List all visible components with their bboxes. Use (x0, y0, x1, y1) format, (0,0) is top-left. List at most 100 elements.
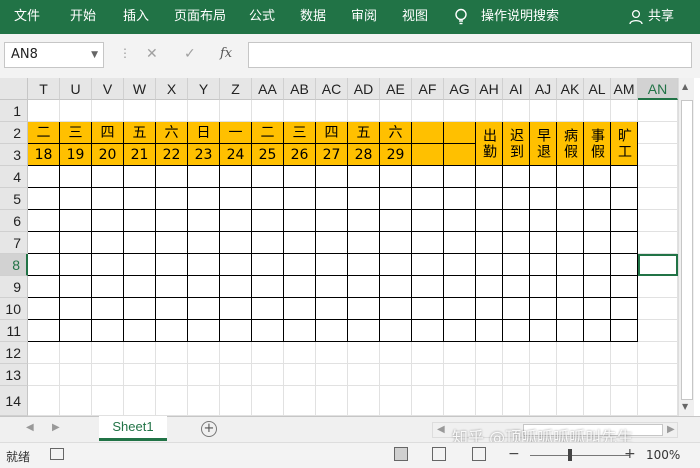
cell-ag12[interactable] (444, 342, 476, 364)
cell-ag14[interactable] (444, 386, 476, 416)
cell-ag7[interactable] (444, 232, 476, 254)
cell-t3[interactable]: 18 (28, 144, 60, 166)
cell-aa14[interactable] (252, 386, 284, 416)
cell-ac11[interactable] (316, 320, 348, 342)
cell-ae13[interactable] (380, 364, 412, 386)
cell-v6[interactable] (92, 210, 124, 232)
cell-ae5[interactable] (380, 188, 412, 210)
cell-u8[interactable] (60, 254, 92, 276)
cell-v4[interactable] (92, 166, 124, 188)
cell-ai11[interactable] (503, 320, 530, 342)
cell-t12[interactable] (28, 342, 60, 364)
column-header-am[interactable]: AM (611, 78, 638, 100)
cell-ae9[interactable] (380, 276, 412, 298)
cell-am12[interactable] (611, 342, 638, 364)
column-header-ai[interactable]: AI (503, 78, 530, 100)
cell-t11[interactable] (28, 320, 60, 342)
cell-u6[interactable] (60, 210, 92, 232)
summary-header[interactable]: 出勤 (476, 122, 503, 166)
cell-aj9[interactable] (530, 276, 557, 298)
cell-af3[interactable] (412, 144, 444, 166)
cell-ak7[interactable] (557, 232, 584, 254)
cell-ai14[interactable] (503, 386, 530, 416)
row-header-8[interactable]: 8 (0, 254, 28, 276)
cell-t1[interactable] (28, 100, 60, 122)
cell-ab14[interactable] (284, 386, 316, 416)
cell-w11[interactable] (124, 320, 156, 342)
cell-y1[interactable] (188, 100, 220, 122)
cell-ad14[interactable] (348, 386, 380, 416)
cell-v2[interactable]: 四 (92, 122, 124, 144)
cell-am9[interactable] (611, 276, 638, 298)
cell-ak9[interactable] (557, 276, 584, 298)
cell-af1[interactable] (412, 100, 444, 122)
cell-af11[interactable] (412, 320, 444, 342)
zoom-slider[interactable] (530, 455, 630, 456)
cell-af10[interactable] (412, 298, 444, 320)
column-header-u[interactable]: U (60, 78, 92, 100)
cell-ad13[interactable] (348, 364, 380, 386)
cell-al5[interactable] (584, 188, 611, 210)
cell-af14[interactable] (412, 386, 444, 416)
cell-t14[interactable] (28, 386, 60, 416)
worksheet-grid[interactable]: T U V W X Y Z AA AB AC AD AE AF AG AH AI AJ AK AL AM AN 1 2 3 4 5… (0, 78, 700, 416)
cell-al4[interactable] (584, 166, 611, 188)
cell-an3[interactable] (638, 144, 678, 166)
tab-page-layout[interactable]: 页面布局 (174, 8, 226, 26)
cell-ag1[interactable] (444, 100, 476, 122)
cell-ah12[interactable] (476, 342, 503, 364)
cancel-icon[interactable]: ✕ (146, 46, 158, 62)
tab-insert[interactable]: 插入 (123, 8, 149, 26)
cell-x7[interactable] (156, 232, 188, 254)
column-header-aa[interactable]: AA (252, 78, 284, 100)
cell-aa4[interactable] (252, 166, 284, 188)
cell-x1[interactable] (156, 100, 188, 122)
cell-t8[interactable] (28, 254, 60, 276)
cell-af13[interactable] (412, 364, 444, 386)
cell-z9[interactable] (220, 276, 252, 298)
cell-ai7[interactable] (503, 232, 530, 254)
cell-ad1[interactable] (348, 100, 380, 122)
cell-am7[interactable] (611, 232, 638, 254)
cell-t10[interactable] (28, 298, 60, 320)
cell-x10[interactable] (156, 298, 188, 320)
chevron-down-icon[interactable]: ▼ (91, 43, 98, 67)
cell-u5[interactable] (60, 188, 92, 210)
name-box[interactable]: AN8 ▼ (4, 42, 104, 68)
cell-aj11[interactable] (530, 320, 557, 342)
cell-aa12[interactable] (252, 342, 284, 364)
cell-u7[interactable] (60, 232, 92, 254)
cell-ah11[interactable] (476, 320, 503, 342)
cell-ad5[interactable] (348, 188, 380, 210)
next-sheet-icon[interactable]: ▶ (52, 422, 60, 433)
summary-header[interactable]: 旷工 (611, 122, 638, 166)
zoom-out-button[interactable]: − (508, 446, 520, 462)
cell-ac1[interactable] (316, 100, 348, 122)
cell-v1[interactable] (92, 100, 124, 122)
cell-am11[interactable] (611, 320, 638, 342)
cell-ag5[interactable] (444, 188, 476, 210)
cell-ac4[interactable] (316, 166, 348, 188)
column-header-ak[interactable]: AK (557, 78, 584, 100)
cell-x2[interactable]: 六 (156, 122, 188, 144)
cell-am13[interactable] (611, 364, 638, 386)
column-header-ae[interactable]: AE (380, 78, 412, 100)
cell-ai10[interactable] (503, 298, 530, 320)
normal-view-icon[interactable] (394, 447, 408, 461)
cell-am10[interactable] (611, 298, 638, 320)
cell-x5[interactable] (156, 188, 188, 210)
cell-an10[interactable] (638, 298, 678, 320)
column-header-ac[interactable]: AC (316, 78, 348, 100)
tab-home[interactable]: 开始 (70, 8, 96, 26)
cell-al11[interactable] (584, 320, 611, 342)
row-header-13[interactable]: 13 (0, 364, 28, 386)
cell-z6[interactable] (220, 210, 252, 232)
cell-ab9[interactable] (284, 276, 316, 298)
column-header-z[interactable]: Z (220, 78, 252, 100)
cell-aj6[interactable] (530, 210, 557, 232)
cell-u11[interactable] (60, 320, 92, 342)
cell-ak10[interactable] (557, 298, 584, 320)
cell-aa1[interactable] (252, 100, 284, 122)
column-header-al[interactable]: AL (584, 78, 611, 100)
vertical-scrollbar[interactable]: ▲ ▼ (678, 78, 694, 416)
